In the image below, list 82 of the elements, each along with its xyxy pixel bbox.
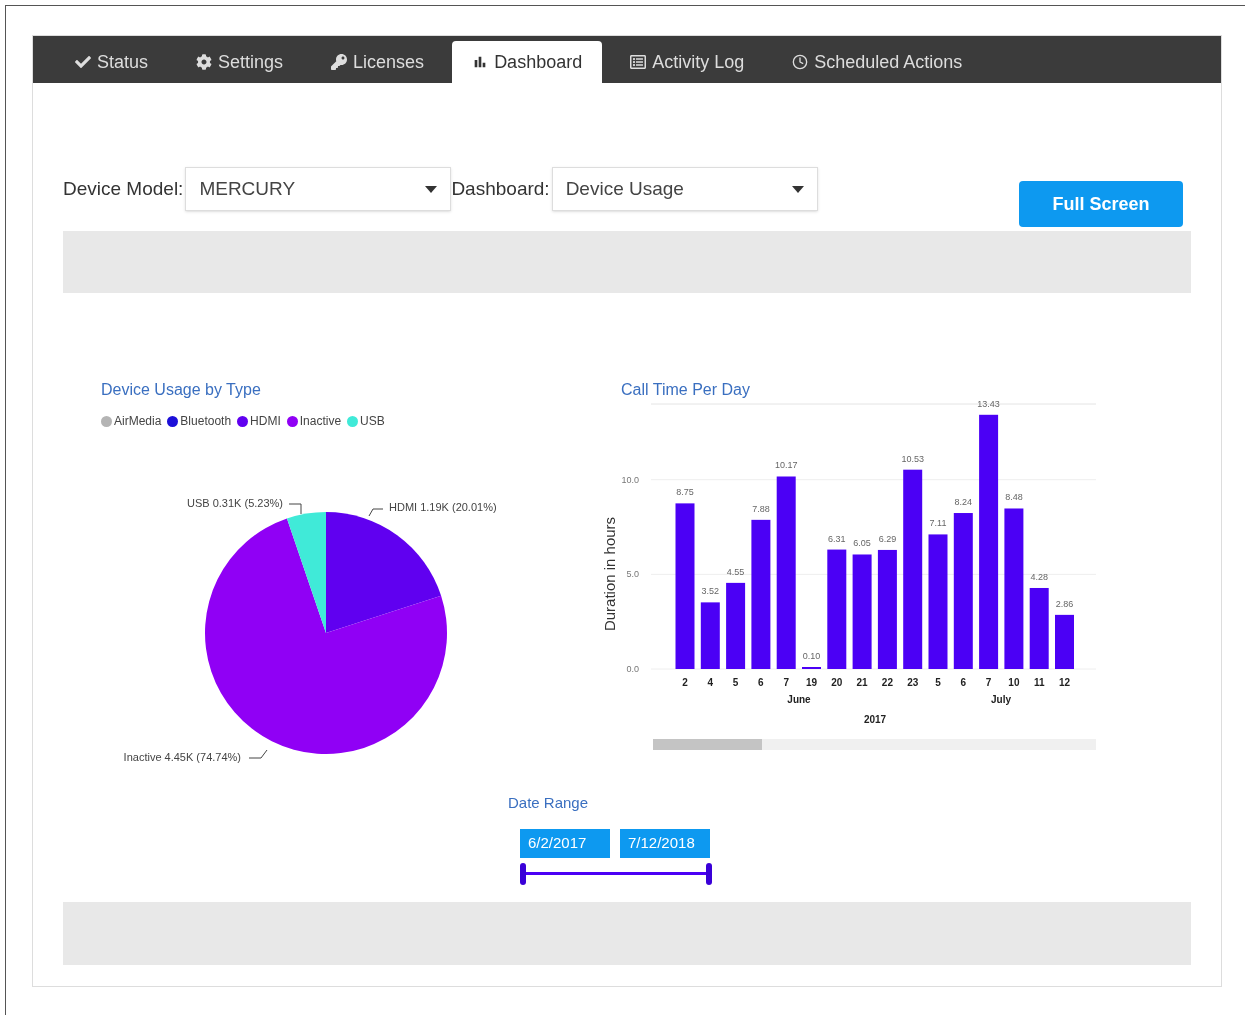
bar-value-label: 6.31 (828, 533, 846, 544)
bar-value-label: 7.11 (929, 518, 947, 529)
x-tick-label: 22 (881, 677, 893, 688)
x-tick-label: 7 (783, 677, 789, 688)
tab[interactable]: Licenses (311, 41, 445, 83)
filter-label: Device Model: (63, 176, 184, 201)
filter-label: Dashboard: (451, 176, 550, 201)
bar-value-label: 7.88 (752, 503, 770, 514)
bar-value-label: 0.10 (802, 651, 821, 661)
tab[interactable]: Dashboard (452, 41, 603, 83)
leader-line (368, 508, 384, 517)
month-label: June (787, 694, 811, 705)
bar-value-label: 8.24 (954, 497, 973, 508)
x-tick-label: 7 (985, 677, 992, 688)
x-tick-label: 23 (907, 677, 919, 688)
tab[interactable]: Scheduled Actions (772, 41, 983, 83)
y-tick-label: 10.0 (621, 474, 639, 485)
tab[interactable]: Settings (176, 41, 304, 83)
tab-label: Settings (218, 50, 284, 74)
legend-label: AirMedia (114, 413, 162, 430)
y-tick-label: 0.0 (626, 664, 639, 674)
leader-line (248, 749, 268, 759)
slice-label: Inactive 4.45K (74.74%) (123, 751, 241, 763)
bar-value-label: 2.86 (1055, 598, 1074, 609)
bar-value-label: 4.28 (1030, 572, 1048, 582)
bar-value-label: 13.43 (977, 399, 1000, 409)
x-tick-label: 2 (682, 677, 688, 688)
axis-title: Duration in hours (601, 516, 618, 632)
scrollbar-thumb[interactable] (653, 739, 762, 750)
clock-icon (792, 54, 809, 70)
dropdown[interactable]: MERCURY (185, 167, 452, 211)
bar (700, 602, 720, 669)
x-tick-label: 10 (1008, 677, 1020, 688)
bar (1055, 614, 1074, 669)
dropdown[interactable]: Device Usage (551, 167, 818, 211)
slice-label: HDMI 1.19K (20.01%) (389, 501, 497, 513)
month-label: July (991, 694, 1011, 705)
legend-label: Inactive (299, 413, 342, 430)
check-icon (75, 54, 91, 70)
bar-value-label: 3.52 (701, 586, 720, 597)
legend-label: Bluetooth (180, 413, 232, 430)
legend-label: HDMI (250, 413, 281, 430)
bar-value-label: 6.05 (853, 538, 871, 549)
legend-label: USB (360, 413, 385, 430)
dropdown-value: MERCURY (199, 176, 296, 201)
bar-value-label: 4.55 (726, 566, 745, 577)
caret-icon (425, 185, 438, 193)
bar-value-label: 10.17 (774, 460, 798, 471)
leader-line (288, 503, 302, 515)
date-range-title: Date Range (508, 793, 589, 813)
x-tick-label: 6 (758, 677, 764, 688)
x-tick-label: 5 (935, 677, 941, 688)
dropdown-value: Device Usage (565, 176, 684, 201)
x-tick-label: 21 (856, 677, 868, 688)
tab-label: Dashboard (494, 50, 583, 74)
tab-label: Licenses (353, 50, 425, 74)
bar-value-label: 6.29 (878, 533, 897, 544)
x-tick-label: 5 (732, 677, 739, 688)
range-slider-fill[interactable] (520, 861, 712, 886)
y-tick-label: 5.0 (626, 569, 639, 580)
tab-label: Scheduled Actions (814, 50, 963, 74)
slice-label: USB 0.31K (5.23%) (187, 497, 283, 509)
tab-label: Activity Log (652, 50, 745, 74)
tab-label: Status (97, 50, 149, 74)
x-tick-label: 20 (831, 677, 843, 688)
tab[interactable]: Status (55, 41, 169, 83)
caret-icon (791, 185, 804, 193)
x-tick-label: 4 (707, 677, 714, 688)
axis-title: 2017 (863, 714, 887, 725)
x-tick-label: 11 (1033, 677, 1045, 688)
chart-title: Call Time Per Day (621, 380, 751, 400)
key-icon (331, 54, 348, 70)
tab[interactable]: Activity Log (610, 41, 765, 83)
chart-title: Device Usage by Type (101, 380, 262, 400)
bar-value-label: 10.53 (901, 453, 924, 464)
x-tick-label: 19 (805, 677, 818, 688)
bar-value-label: 8.48 (1005, 492, 1023, 503)
x-tick-label: 12 (1058, 677, 1071, 688)
gear-icon (196, 54, 213, 70)
x-tick-label: 6 (960, 677, 967, 688)
list-icon (630, 54, 647, 70)
bar-value-label: 8.75 (676, 487, 694, 498)
